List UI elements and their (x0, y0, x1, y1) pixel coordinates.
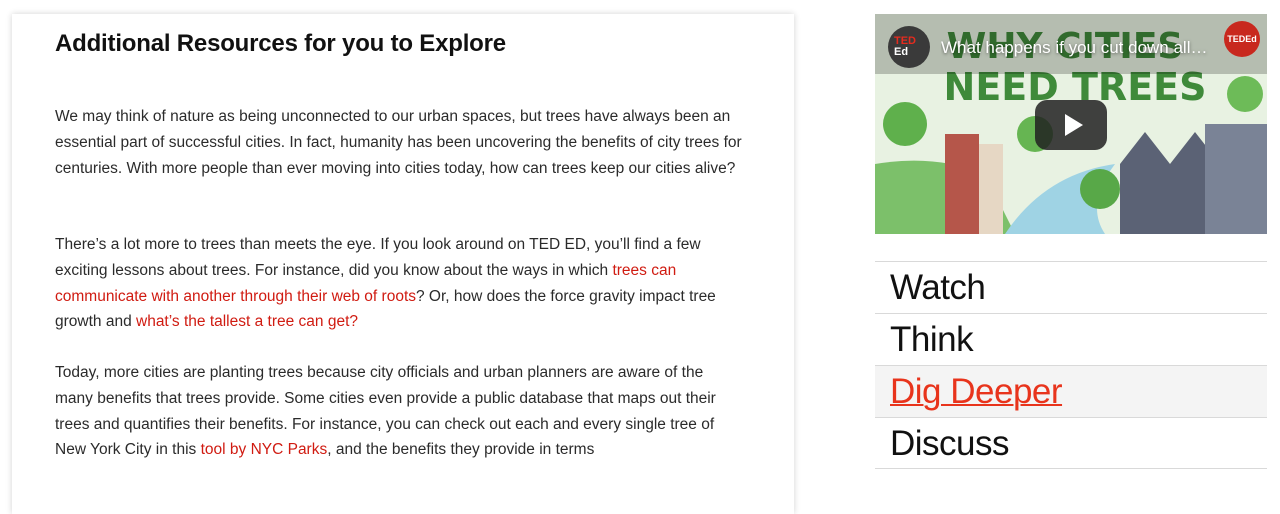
paragraph-ted-ed: There’s a lot more to trees than meets t… (55, 232, 745, 335)
paragraph-cities: Today, more cities are planting trees be… (55, 360, 745, 463)
video-title[interactable]: What happens if you cut down all of a ci… (941, 38, 1211, 58)
paragraph-text: There’s a lot more to trees than meets t… (55, 236, 701, 279)
nav-item-watch[interactable]: Watch (875, 261, 1267, 313)
logo-line2: Ed (894, 46, 909, 58)
nav-item-discuss[interactable]: Discuss (875, 417, 1267, 469)
lesson-nav: Watch Think Dig Deeper Discuss (875, 261, 1267, 469)
paragraph-text: , and the benefits they provide in terms (327, 441, 595, 459)
paragraph-intro: We may think of nature as being unconnec… (55, 108, 742, 177)
article-heading: Additional Resources for you to Explore (55, 30, 506, 57)
article-card: Additional Resources for you to Explore … (12, 14, 794, 514)
ted-ed-logo[interactable]: TED Ed (888, 26, 930, 68)
nav-item-dig-deeper[interactable]: Dig Deeper (875, 365, 1267, 417)
video-player[interactable]: WHY CITIES NEED TREES TEDEd What happens… (875, 14, 1267, 234)
link-nyc-parks-tool[interactable]: tool by NYC Parks (201, 441, 328, 458)
link-tallest-tree[interactable]: what’s the tallest a tree can get? (136, 313, 358, 330)
play-icon[interactable] (1035, 100, 1107, 150)
channel-avatar[interactable]: TEDEd (1224, 21, 1260, 57)
nav-item-think[interactable]: Think (875, 313, 1267, 365)
